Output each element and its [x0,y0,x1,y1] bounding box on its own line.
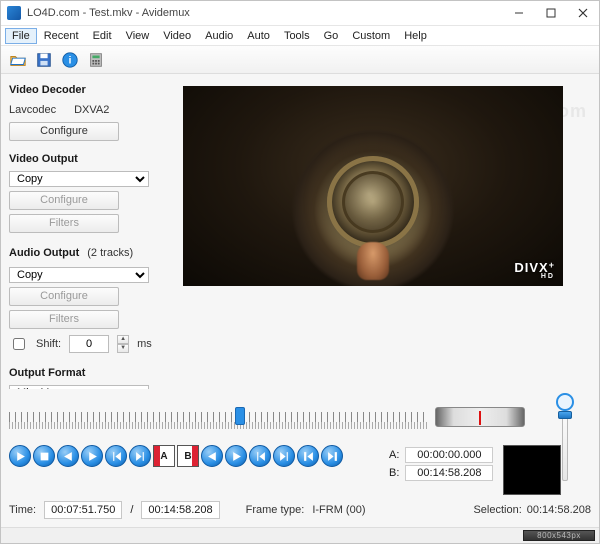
shift-checkbox[interactable] [13,338,25,350]
menu-auto[interactable]: Auto [240,28,277,44]
info-icon[interactable]: i [59,49,81,71]
next-frame-button[interactable] [81,445,103,467]
selection-value: 00:14:58.208 [527,504,591,516]
marker-a-label: A: [389,449,399,461]
time-total: 00:14:58.208 [141,501,219,519]
video-output-configure-button[interactable]: Configure [9,191,119,210]
status-bar: 800x543px [1,527,599,543]
maximize-button[interactable] [535,2,567,24]
menu-go[interactable]: Go [317,28,346,44]
audio-output-filters-button[interactable]: Filters [9,310,119,329]
time-label: Time: [9,504,36,516]
left-panel: Video Decoder Lavcodec DXVA2 Configure V… [9,82,175,385]
timeline-thumb[interactable] [235,407,245,425]
timeline-track[interactable] [9,405,427,429]
prev-cut-button[interactable] [201,445,223,467]
set-marker-b-button[interactable]: B [177,445,199,467]
decoder-configure-button[interactable]: Configure [9,122,119,141]
video-output-select[interactable]: Copy [9,171,149,187]
close-button[interactable] [567,2,599,24]
menu-audio[interactable]: Audio [198,28,240,44]
video-frame-foreground [357,242,389,280]
app-window: LO4D.com - Test.mkv - Avidemux File Rece… [0,0,600,544]
frame-type-label: Frame type: [246,504,305,516]
shift-label: Shift: [36,338,61,350]
menu-video[interactable]: Video [156,28,198,44]
audio-output-configure-button[interactable]: Configure [9,287,119,306]
open-icon[interactable] [7,49,29,71]
prev-keyframe-button[interactable] [105,445,127,467]
stop-button[interactable] [33,445,55,467]
main-body: LO4D.com Video Decoder Lavcodec DXVA2 Co… [1,74,599,389]
divx-logo: DIVX+ HD [514,260,555,280]
transport-controls: A B [9,445,379,467]
app-icon [7,6,21,20]
marker-info: A: 00:00:00.000 B: 00:14:58.208 [389,445,493,483]
selection-label: Selection: [473,504,521,516]
prev-black-button[interactable] [249,445,271,467]
menu-view[interactable]: View [119,28,157,44]
goto-end-button[interactable] [321,445,343,467]
marker-a-value: 00:00:00.000 [405,447,493,463]
codec-label: Lavcodec [9,104,56,116]
marker-b-value: 00:14:58.208 [405,465,493,481]
shift-value-input[interactable] [69,335,109,353]
audio-output-select[interactable]: Copy [9,267,149,283]
prev-frame-button[interactable] [57,445,79,467]
save-icon[interactable] [33,49,55,71]
shift-unit: ms [137,338,152,350]
time-sep: / [130,504,133,516]
volume-icon [556,393,574,411]
audio-vu-meter [503,445,561,495]
right-panel: DIVX+ HD [183,82,591,385]
frame-type-value: I-FRM (00) [312,504,365,516]
video-frame-subject [327,156,419,248]
status-dimensions: 800x543px [523,530,595,541]
audio-tracks-note: (2 tracks) [87,247,133,259]
menu-recent[interactable]: Recent [37,28,86,44]
toolbar: i [1,46,599,74]
scrub-row [9,397,591,437]
jog-wheel[interactable] [435,407,525,427]
marker-b-label: B: [389,467,399,479]
titlebar: LO4D.com - Test.mkv - Avidemux [1,1,599,26]
codec-value: DXVA2 [74,104,109,116]
time-bar: Time: 00:07:51.750 / 00:14:58.208 Frame … [9,501,591,519]
output-format-heading: Output Format [9,367,175,379]
menu-help[interactable]: Help [397,28,434,44]
menu-edit[interactable]: Edit [86,28,119,44]
menubar: File Recent Edit View Video Audio Auto T… [1,26,599,46]
video-output-filters-button[interactable]: Filters [9,214,119,233]
set-marker-a-button[interactable]: A [153,445,175,467]
audio-output-heading: Audio Output [9,247,79,259]
video-decoder-heading: Video Decoder [9,84,175,96]
play-button[interactable] [9,445,31,467]
calculator-icon[interactable] [85,49,107,71]
menu-custom[interactable]: Custom [345,28,397,44]
menu-file[interactable]: File [5,28,37,44]
time-current[interactable]: 00:07:51.750 [44,501,122,519]
menu-tools[interactable]: Tools [277,28,317,44]
controls-row: A B A: 00:00:00.000 B: 00:14:58.208 [9,445,591,495]
video-output-heading: Video Output [9,153,175,165]
window-title: LO4D.com - Test.mkv - Avidemux [27,7,503,19]
video-preview[interactable]: DIVX+ HD [183,86,563,286]
next-cut-button[interactable] [225,445,247,467]
minimize-button[interactable] [503,2,535,24]
bottom-panel: A B A: 00:00:00.000 B: 00:14:58.208 [1,389,599,527]
volume-knob[interactable] [558,411,572,419]
next-keyframe-button[interactable] [129,445,151,467]
volume-slider[interactable] [539,397,591,437]
svg-text:i: i [69,55,72,66]
goto-start-button[interactable] [297,445,319,467]
next-black-button[interactable] [273,445,295,467]
shift-spinner[interactable]: ▲▼ [117,335,129,353]
